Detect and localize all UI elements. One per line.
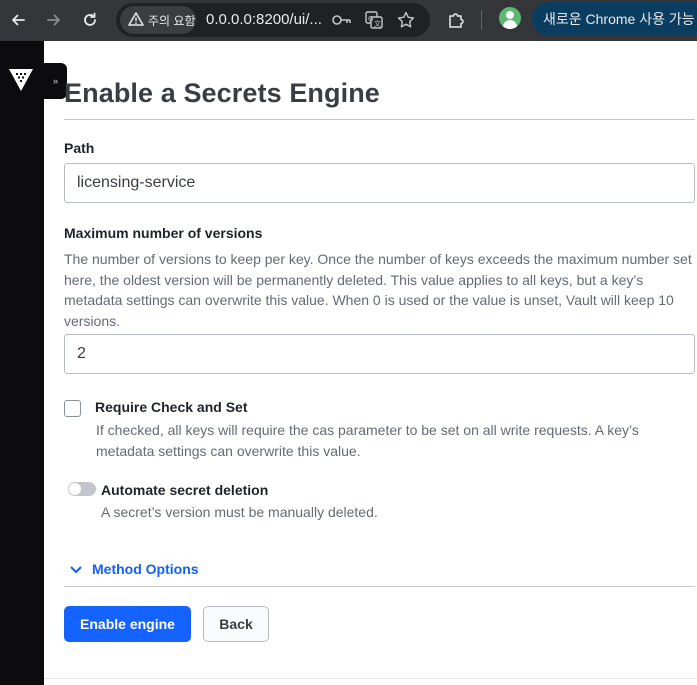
toggle-knob (69, 483, 81, 495)
toolbar-divider (481, 10, 482, 30)
require-cas-help: If checked, all keys will require the ca… (96, 422, 639, 459)
path-input[interactable] (64, 163, 695, 203)
security-chip-label: 주의 요함 (148, 13, 196, 28)
key-icon[interactable] (332, 10, 352, 30)
reload-icon[interactable] (76, 6, 104, 34)
svg-text:文: 文 (374, 19, 381, 28)
require-cas-checkbox[interactable] (64, 400, 81, 417)
svg-text:G: G (368, 15, 373, 23)
max-versions-input[interactable] (64, 334, 695, 374)
url-text[interactable]: 0.0.0.0:8200/ui/... (206, 11, 322, 28)
vault-sidebar (0, 41, 44, 685)
chevron-down-icon (70, 561, 82, 577)
footer-divider (44, 678, 697, 679)
require-cas-label[interactable]: Require Check and Set (95, 399, 248, 415)
chrome-update-button[interactable]: 새로운 Chrome 사용 가능 (532, 2, 697, 36)
translate-icon[interactable]: G文 (364, 10, 384, 30)
browser-toolbar: 주의 요함 0.0.0.0:8200/ui/... G文 새로운 Chrome … (0, 0, 697, 41)
back-button[interactable]: Back (203, 606, 269, 642)
address-bar[interactable]: 주의 요함 0.0.0.0:8200/ui/... G文 (116, 3, 430, 37)
auto-delete-label[interactable]: Automate secret deletion (101, 482, 268, 498)
auto-delete-toggle[interactable] (68, 482, 96, 496)
bookmark-star-icon[interactable] (396, 10, 416, 30)
max-versions-label: Maximum number of versions (64, 225, 263, 241)
path-label: Path (64, 140, 95, 156)
page-title: Enable a Secrets Engine (64, 78, 380, 108)
extensions-puzzle-icon[interactable] (442, 6, 470, 34)
chrome-update-label: 새로운 Chrome 사용 가능 (543, 11, 695, 27)
max-versions-help: The number of versions to keep per key. … (64, 251, 692, 329)
forward-arrow-icon[interactable] (40, 6, 68, 34)
auto-delete-help: A secret’s version must be manually dele… (101, 504, 378, 520)
profile-avatar-icon[interactable] (499, 7, 521, 29)
security-warning-chip[interactable]: 주의 요함 (120, 6, 196, 34)
method-options-divider (64, 586, 695, 587)
method-options-toggle[interactable]: Method Options (70, 561, 199, 577)
warning-triangle-icon (128, 11, 144, 29)
vault-logo-icon[interactable] (9, 69, 33, 96)
method-options-label: Method Options (92, 561, 199, 577)
enable-engine-button[interactable]: Enable engine (64, 606, 191, 642)
title-divider (64, 119, 695, 120)
main-content: Enable a Secrets Engine Path Maximum num… (64, 41, 697, 685)
back-arrow-icon[interactable] (4, 6, 32, 34)
